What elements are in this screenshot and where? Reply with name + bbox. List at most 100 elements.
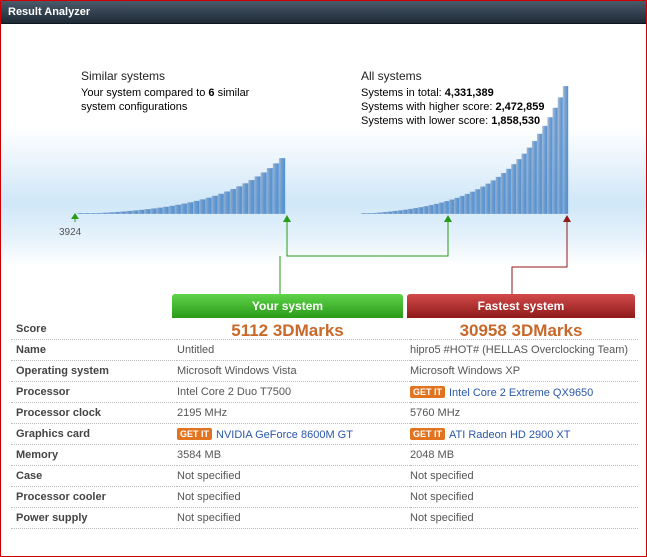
your-value: 2195 MHz	[177, 402, 410, 424]
fastest-value: GET IT ATI Radeon HD 2900 XT	[410, 423, 638, 445]
fastest-value: 5760 MHz	[410, 402, 638, 424]
distribution-bar	[402, 209, 409, 215]
distribution-bar	[192, 200, 200, 215]
distribution-bar	[156, 207, 164, 215]
row-label: Power supply	[11, 507, 177, 529]
distribution-bar	[407, 208, 414, 215]
distribution-bar	[131, 210, 139, 215]
row-label: Score	[11, 319, 177, 340]
distribution-bar	[272, 162, 280, 215]
distribution-bar	[144, 208, 151, 215]
distribution-bar	[391, 210, 398, 215]
distribution-bar	[76, 212, 84, 215]
distribution-bar	[433, 203, 440, 215]
fastest-processor-link[interactable]: Intel Core 2 Extreme QX9650	[449, 387, 593, 399]
fastest-value: Not specified	[410, 486, 638, 508]
distribution-bar	[464, 193, 471, 215]
get-it-button[interactable]: GET IT	[410, 385, 445, 398]
distribution-bar	[211, 195, 219, 215]
distribution-bar	[260, 172, 268, 215]
distribution-bar	[428, 204, 434, 215]
fastest-value: 2048 MB	[410, 444, 638, 466]
distribution-bar	[229, 188, 237, 215]
your-value: Not specified	[177, 486, 410, 508]
row-label: Operating system	[11, 360, 177, 382]
distribution-bar	[386, 211, 393, 215]
distribution-bar	[150, 208, 158, 215]
table-row: Processor cooler Not specified Not speci…	[11, 486, 638, 508]
distribution-bar	[137, 209, 145, 215]
distribution-bar	[438, 202, 445, 215]
distribution-bar	[484, 183, 491, 215]
distribution-bar	[495, 176, 502, 215]
table-row: Case Not specified Not specified	[11, 465, 638, 487]
table-row: Graphics card GET IT NVIDIA GeForce 8600M…	[11, 423, 638, 445]
row-label: Memory	[11, 444, 177, 466]
distribution-bar	[168, 205, 176, 215]
distribution-bar	[376, 212, 383, 215]
table-row: Name Untitled hipro5 #HOT# (HELLAS Overc…	[11, 339, 638, 361]
your-value: Not specified	[177, 507, 410, 529]
distribution-bar	[552, 107, 559, 215]
distribution-graphics	[71, 85, 571, 294]
fastest-value: Microsoft Windows XP	[410, 360, 638, 382]
similar-distribution-curve	[76, 157, 286, 215]
distribution-bar	[162, 206, 170, 215]
similar-min-score: 3924	[59, 227, 82, 238]
fastest-value: GET IT Intel Core 2 Extreme QX9650	[410, 381, 638, 403]
distribution-bar	[510, 163, 517, 215]
distribution-bar	[505, 168, 512, 215]
your-system-connector	[286, 221, 449, 257]
distribution-bar	[469, 191, 476, 215]
distribution-bar	[521, 153, 528, 215]
your-value: GET IT NVIDIA GeForce 8600M GT	[177, 423, 410, 445]
fastest-graphics-link[interactable]: ATI Radeon HD 2900 XT	[449, 429, 570, 441]
distribution-bar	[547, 116, 554, 215]
similar-your-marker	[283, 215, 291, 222]
result-analyzer-window: Result Analyzer Similar systems Your sys…	[0, 0, 647, 557]
your-value: Not specified	[177, 465, 410, 487]
distribution-bar	[459, 195, 466, 215]
distribution-bar	[235, 185, 243, 215]
distribution-bar	[223, 191, 231, 215]
distribution-bar	[82, 212, 90, 215]
row-label: Processor	[11, 381, 177, 403]
table-row: Power supply Not specified Not specified	[11, 507, 638, 529]
distribution-bar	[95, 212, 103, 215]
distribution-bar	[526, 147, 533, 215]
row-label: Graphics card	[11, 423, 177, 445]
table-row: Processor clock 2195 MHz 5760 MHz	[11, 402, 638, 424]
distribution-bar	[205, 197, 213, 215]
distribution-bar	[422, 205, 429, 215]
row-label: Processor cooler	[11, 486, 177, 508]
distribution-bar	[453, 197, 460, 215]
fastest-value: Not specified	[410, 465, 638, 487]
similar-min-marker	[71, 213, 79, 222]
get-it-button[interactable]: GET IT	[410, 427, 445, 440]
distribution-bar	[174, 204, 182, 215]
distribution-bar	[365, 212, 372, 215]
table-row: Memory 3584 MB 2048 MB	[11, 444, 638, 466]
comparison-table: Score Name Untitled hipro5 #HOT# (HELLAS…	[11, 319, 638, 529]
distribution-bar	[278, 157, 286, 215]
distribution-bar	[479, 186, 486, 215]
distribution-bar	[500, 172, 507, 215]
distribution-bar	[562, 85, 569, 215]
distribution-bar	[417, 206, 424, 215]
distribution-bar	[241, 182, 249, 215]
table-row: Processor Intel Core 2 Duo T7500 GET IT I…	[11, 381, 638, 403]
distribution-bar	[254, 176, 262, 215]
fastest-system-header: Fastest system	[407, 294, 635, 318]
distribution-bar	[531, 140, 538, 215]
your-value: 3584 MB	[177, 444, 410, 466]
distribution-bar	[101, 212, 109, 215]
distribution-bar	[180, 203, 188, 215]
distribution-bar	[248, 179, 255, 215]
get-it-button[interactable]: GET IT	[177, 427, 212, 440]
distribution-bar	[360, 212, 367, 215]
distribution-bar	[557, 97, 564, 215]
distribution-bar	[490, 180, 497, 215]
distribution-bar	[516, 158, 522, 215]
distribution-bar	[541, 125, 548, 215]
your-graphics-link[interactable]: NVIDIA GeForce 8600M GT	[216, 429, 353, 441]
